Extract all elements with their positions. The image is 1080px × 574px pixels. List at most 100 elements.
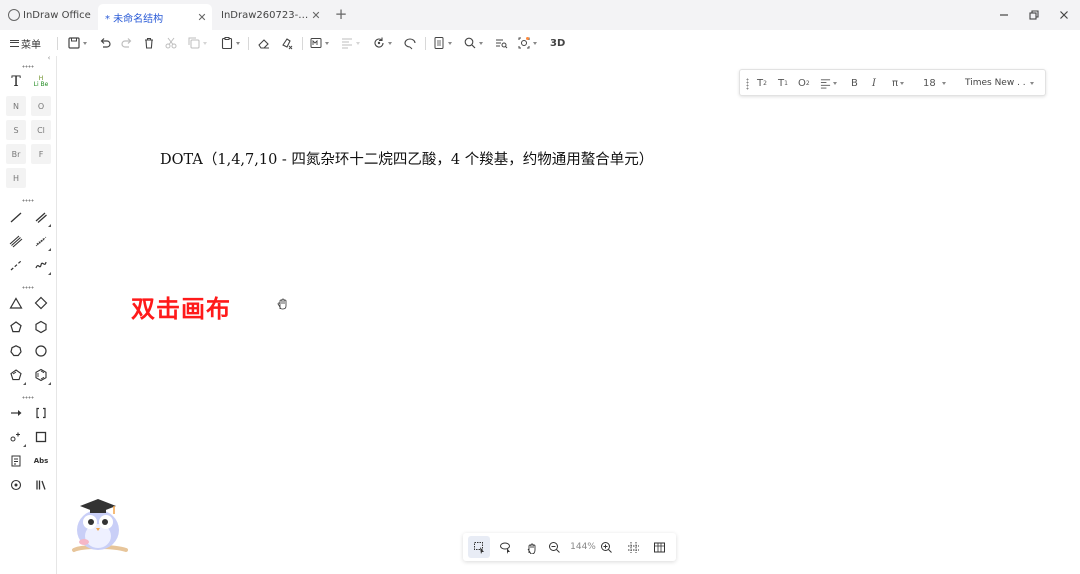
charge-tool[interactable]	[6, 427, 26, 447]
3d-button[interactable]: 3D	[550, 35, 565, 51]
delete-button[interactable]	[142, 35, 156, 51]
clear-format-button[interactable]	[280, 35, 294, 51]
subscript-button[interactable]: T1	[778, 76, 788, 90]
lasso-button[interactable]	[403, 35, 417, 51]
zoom-fit-button[interactable]	[494, 35, 508, 51]
rotate-button[interactable]	[372, 35, 392, 51]
cyclobutane-tool[interactable]	[31, 293, 51, 313]
atom-s-button[interactable]: S	[6, 120, 26, 140]
cyclohexane-tool[interactable]	[31, 317, 51, 337]
element-symbol: Li Be	[33, 81, 49, 88]
recognize-button[interactable]	[517, 35, 537, 51]
collapse-panel-icon[interactable]: ‹	[45, 54, 53, 62]
app-home-tab[interactable]: InDraw Office	[8, 3, 96, 27]
rectangle-tool[interactable]	[31, 427, 51, 447]
font-family-select[interactable]: Times New . .	[965, 76, 1034, 90]
drag-grip-icon[interactable]	[22, 199, 34, 202]
close-tab-icon[interactable]: ✕	[195, 10, 209, 24]
copy-button[interactable]	[187, 35, 207, 51]
minimize-icon[interactable]	[995, 6, 1013, 24]
benzene-tool[interactable]	[31, 365, 51, 385]
font-size-select[interactable]: 18	[923, 76, 946, 90]
atom-h-button[interactable]: H	[6, 168, 26, 188]
cyclooctane-tool[interactable]	[31, 341, 51, 361]
drag-grip-icon[interactable]	[746, 78, 749, 90]
orbital-tool[interactable]	[6, 451, 26, 471]
atom-n-button[interactable]: N	[6, 96, 26, 116]
tab-unnamed-structure[interactable]: * 未命名结构 ✕	[98, 4, 212, 30]
pentagon-ring-icon	[10, 321, 22, 333]
dashed-bond-tool[interactable]	[6, 255, 26, 275]
align-left-icon	[820, 78, 831, 89]
eraser-button[interactable]	[257, 35, 271, 51]
cyclopentane-tool[interactable]	[6, 317, 26, 337]
align-button[interactable]	[340, 35, 360, 51]
zoom-in-button[interactable]	[599, 539, 613, 555]
dashed-bond-icon	[10, 260, 22, 271]
atom-cl-button[interactable]: Cl	[31, 120, 51, 140]
wavy-bond-tool[interactable]	[31, 255, 51, 275]
redo-button[interactable]	[120, 35, 134, 51]
submenu-indicator	[23, 382, 26, 385]
atom-o-button[interactable]: O	[31, 96, 51, 116]
bold-button[interactable]: B	[851, 76, 858, 90]
library-tool[interactable]	[31, 475, 51, 495]
close-window-icon[interactable]	[1055, 6, 1073, 24]
chevron-down-icon	[325, 41, 329, 45]
superscript-button[interactable]: T2	[757, 76, 767, 90]
arrow-icon	[11, 410, 22, 416]
cut-icon	[165, 37, 177, 49]
drag-grip-icon[interactable]	[22, 396, 34, 399]
recognize-icon	[518, 37, 530, 49]
cyclopropane-tool[interactable]	[6, 293, 26, 313]
paste-button[interactable]	[220, 35, 240, 51]
canvas-text-label[interactable]: DOTA（1,4,7,10 - 四氮杂环十二烷四乙酸，4 个羧基，约物通用螯合单…	[160, 148, 653, 169]
templates-button[interactable]	[309, 35, 329, 51]
cyclopentadiene-tool[interactable]	[6, 365, 26, 385]
pan-hand-button[interactable]	[520, 539, 542, 555]
triple-bond-tool[interactable]	[6, 231, 26, 251]
toolbar-divider	[425, 37, 426, 50]
text-align-button[interactable]	[820, 76, 837, 90]
grid-toggle-button[interactable]	[622, 539, 644, 555]
atom-br-button[interactable]: Br	[6, 144, 26, 164]
arrow-tool[interactable]	[6, 403, 26, 423]
symbol-insert-button[interactable]: π	[892, 76, 905, 90]
search-button[interactable]	[463, 35, 483, 51]
lasso-select-button[interactable]	[494, 539, 516, 555]
title-bar: InDraw Office * 未命名结构 ✕ InDraw260723-… ✕…	[0, 0, 1080, 30]
text-tool[interactable]: T	[6, 72, 26, 92]
cut-button[interactable]	[164, 35, 178, 51]
zoom-out-button[interactable]	[547, 539, 561, 555]
text-format-bar: T2 T1 O2 B I π 18 Times New . .	[739, 69, 1046, 96]
symbol-tool[interactable]	[6, 475, 26, 495]
italic-button[interactable]: I	[872, 76, 876, 90]
periodic-table-tool[interactable]: H Li Be	[31, 72, 51, 92]
hashed-bond-tool[interactable]	[31, 231, 51, 251]
cycloheptane-tool[interactable]	[6, 341, 26, 361]
chevron-down-icon	[83, 41, 87, 45]
bracket-tool[interactable]	[31, 403, 51, 423]
menu-button[interactable]: 菜单	[10, 35, 41, 51]
save-button[interactable]	[67, 35, 87, 51]
new-tab-icon[interactable]: +	[333, 6, 349, 22]
select-tool-button[interactable]	[468, 536, 490, 558]
atom-f-button[interactable]: F	[31, 144, 51, 164]
hand-cursor-icon	[277, 298, 287, 310]
undo-button[interactable]	[98, 35, 112, 51]
tab-indraw-file[interactable]: InDraw260723-… ✕	[216, 3, 326, 27]
table-view-button[interactable]	[648, 539, 670, 555]
zoom-level[interactable]: 144%	[569, 539, 597, 555]
drag-grip-icon[interactable]	[22, 286, 34, 289]
triangle-ring-icon	[9, 297, 23, 309]
chem-format-button[interactable]: O2	[798, 76, 810, 90]
owl-mascot-icon[interactable]	[70, 492, 128, 554]
drag-grip-icon[interactable]	[22, 65, 34, 68]
page-button[interactable]	[432, 35, 452, 51]
restore-icon[interactable]	[1025, 6, 1043, 24]
abs-stereo-tool[interactable]: Abs	[31, 451, 51, 471]
single-bond-tool[interactable]	[6, 207, 26, 227]
lasso-icon	[404, 38, 416, 50]
close-tab-icon[interactable]: ✕	[309, 8, 323, 22]
wedge-bond-tool[interactable]	[31, 207, 51, 227]
